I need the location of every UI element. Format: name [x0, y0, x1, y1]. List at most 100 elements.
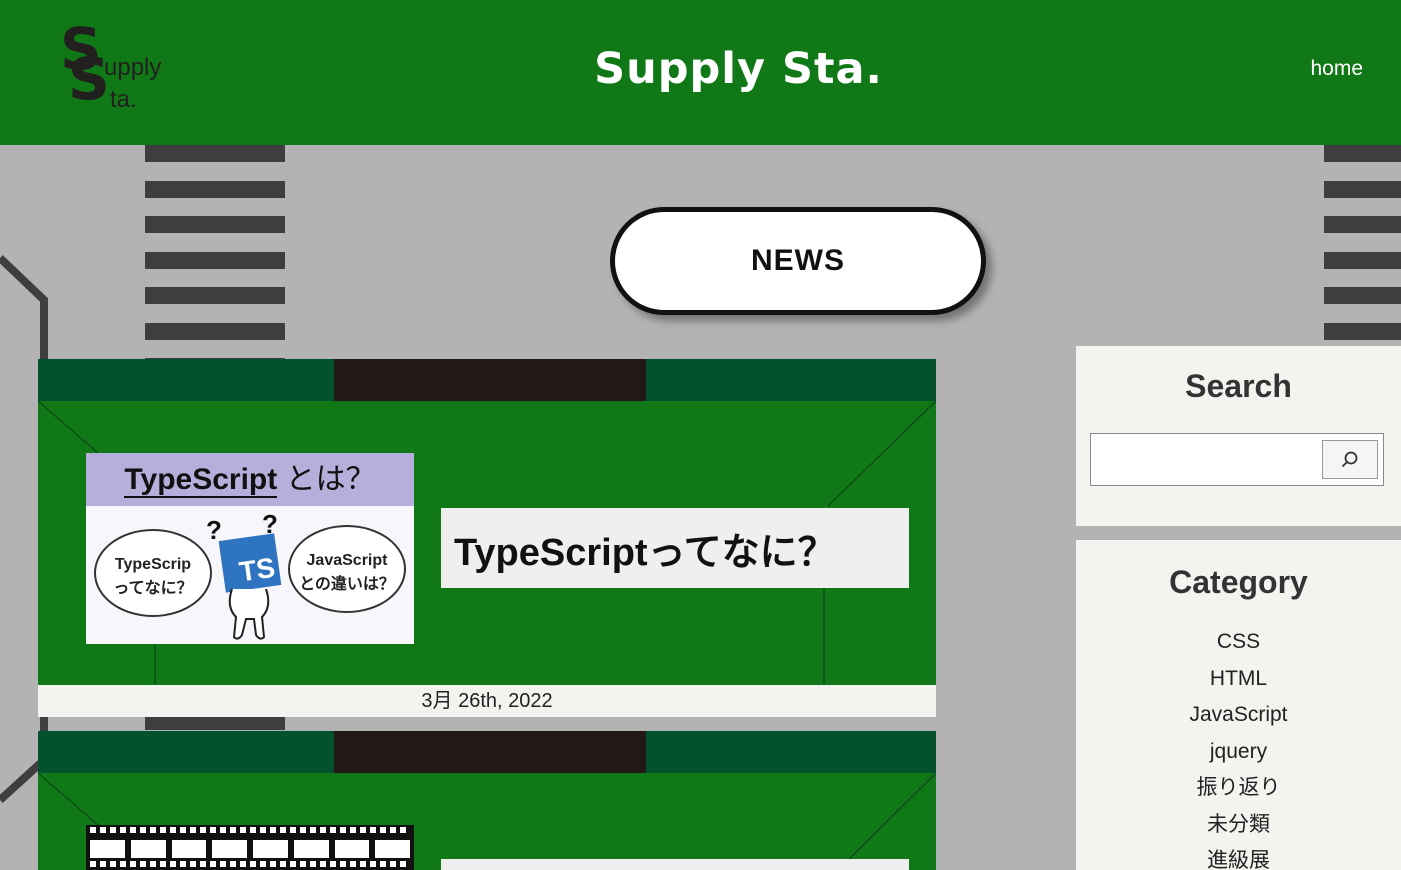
- film-hole: [400, 861, 406, 867]
- category-item[interactable]: JavaScript: [1076, 697, 1401, 734]
- film-frame: [212, 840, 247, 858]
- film-hole: [230, 827, 236, 833]
- film-hole: [280, 827, 286, 833]
- film-hole: [270, 827, 276, 833]
- film-hole: [180, 861, 186, 867]
- crosswalk-stripe: [1324, 251, 1401, 269]
- post-date: 3月 26th, 2022: [38, 685, 936, 717]
- left-bubble-line2: ってなに？: [113, 580, 193, 597]
- crosswalk-stripe: [145, 216, 285, 233]
- film-hole: [250, 827, 256, 833]
- film-frames: [90, 840, 410, 858]
- film-hole: [220, 827, 226, 833]
- film-hole: [200, 827, 206, 833]
- crosswalk-stripe: [145, 251, 285, 269]
- film-hole: [140, 861, 146, 867]
- category-item[interactable]: HTML: [1076, 661, 1401, 698]
- film-hole: [340, 861, 346, 867]
- film-hole: [130, 861, 136, 867]
- film-hole: [190, 861, 196, 867]
- post-title[interactable]: [441, 859, 909, 870]
- category-item[interactable]: CSS: [1076, 624, 1401, 661]
- left-bubble-line1: TypeScrip: [114, 556, 192, 573]
- film-hole: [200, 861, 206, 867]
- film-hole: [120, 827, 126, 833]
- film-holes-bottom: [90, 861, 410, 869]
- film-hole: [360, 861, 366, 867]
- film-hole: [300, 861, 306, 867]
- film-hole: [210, 861, 216, 867]
- film-hole: [310, 827, 316, 833]
- film-frame: [293, 840, 329, 858]
- crosswalk-stripe: [1324, 216, 1401, 233]
- crosswalk-stripe: [1324, 287, 1401, 304]
- site-title: Supply Sta.: [594, 44, 883, 94]
- film-hole: [380, 861, 386, 867]
- film-hole: [240, 827, 246, 833]
- film-frame: [334, 840, 370, 858]
- film-hole: [150, 861, 156, 867]
- right-bubble-line1: JavaScript: [306, 552, 388, 569]
- post-thumbnail[interactable]: TypeScript とは？ TypeScrip ってなに？ JavaScrip…: [86, 453, 414, 644]
- category-item[interactable]: jquery: [1076, 734, 1401, 771]
- post-thumbnail-film-strip[interactable]: [86, 825, 414, 870]
- film-hole: [270, 861, 276, 867]
- post-card[interactable]: [38, 731, 936, 870]
- category-item[interactable]: 未分類: [1076, 807, 1401, 844]
- search-input[interactable]: [1091, 434, 1321, 485]
- film-hole: [160, 861, 166, 867]
- thumbnail-heading-suffix: とは？: [277, 463, 376, 496]
- post-roof-center: [334, 731, 646, 773]
- film-hole: [360, 827, 366, 833]
- film-hole: [280, 861, 286, 867]
- film-hole: [180, 827, 186, 833]
- crosswalk-stripe: [145, 145, 285, 162]
- thumbnail-left-bubble: TypeScrip ってなに？: [94, 529, 212, 617]
- film-hole: [260, 861, 266, 867]
- search-widget: Search: [1076, 346, 1401, 526]
- category-item[interactable]: 進級展: [1076, 843, 1401, 870]
- film-frame: [171, 840, 207, 858]
- film-hole: [230, 861, 236, 867]
- film-hole: [190, 827, 196, 833]
- category-widget: Category CSS HTML JavaScript jquery 振り返り 未分類進…: [1076, 540, 1401, 870]
- film-frame: [130, 840, 166, 858]
- film-hole: [290, 827, 296, 833]
- film-hole: [170, 861, 176, 867]
- film-hole: [110, 861, 116, 867]
- thumbnail-heading-word: TypeScript: [124, 463, 278, 498]
- film-hole: [300, 827, 306, 833]
- search-form: [1090, 433, 1384, 486]
- film-hole: [330, 861, 336, 867]
- film-holes-top: [90, 827, 410, 835]
- film-frame: [90, 840, 125, 858]
- site-header: S S upply ta. Supply Sta. home: [0, 0, 1401, 145]
- film-hole: [350, 827, 356, 833]
- film-hole: [150, 827, 156, 833]
- film-hole: [220, 861, 226, 867]
- film-hole: [100, 861, 106, 867]
- film-hole: [330, 827, 336, 833]
- category-item[interactable]: 振り返り: [1076, 770, 1401, 807]
- film-hole: [140, 827, 146, 833]
- film-frame: [375, 840, 410, 858]
- film-hole: [110, 827, 116, 833]
- film-hole: [210, 827, 216, 833]
- search-button[interactable]: [1322, 440, 1378, 479]
- post-title[interactable]: TypeScriptってなに？: [441, 508, 909, 588]
- crosswalk-stripe: [1324, 322, 1401, 340]
- category-heading: Category: [1169, 564, 1308, 600]
- crosswalk-stripe: [1324, 145, 1401, 162]
- film-hole: [260, 827, 266, 833]
- film-hole: [160, 827, 166, 833]
- post-card[interactable]: TypeScript とは？ TypeScrip ってなに？ JavaScrip…: [38, 359, 936, 717]
- film-hole: [340, 827, 346, 833]
- crosswalk-stripe: [1324, 180, 1401, 198]
- film-hole: [310, 861, 316, 867]
- nav-home-link[interactable]: home: [1310, 57, 1363, 81]
- film-hole: [170, 827, 176, 833]
- film-hole: [130, 827, 136, 833]
- film-hole: [370, 827, 376, 833]
- crosswalk-stripe: [145, 287, 285, 304]
- film-hole: [120, 861, 126, 867]
